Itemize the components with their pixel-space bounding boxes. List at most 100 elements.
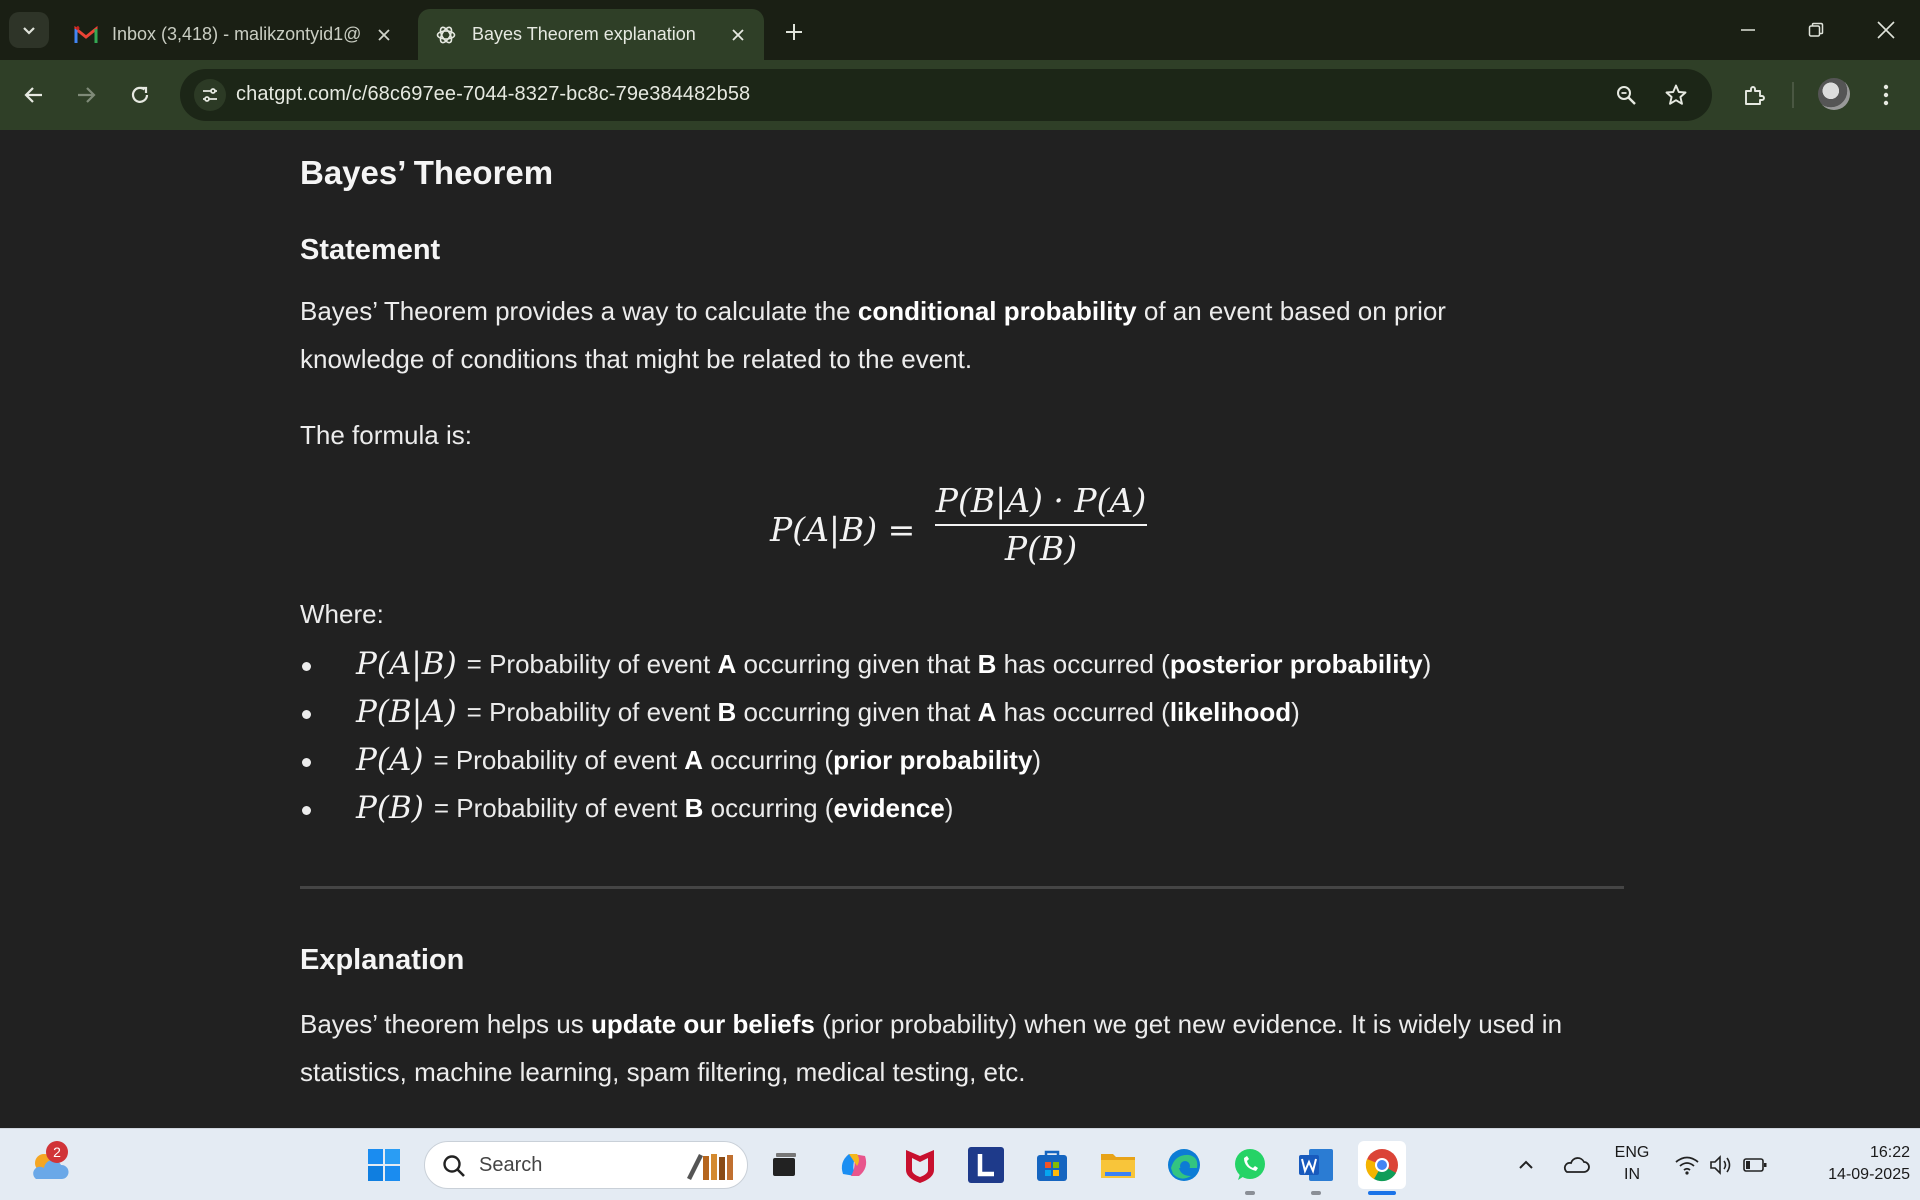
browser-titlebar: Inbox (3,418) - malikzontyid1@ Bayes The…: [0, 0, 1920, 60]
start-button[interactable]: [360, 1141, 408, 1189]
puzzle-icon: [1745, 86, 1765, 105]
tab-chatgpt[interactable]: Bayes Theorem explanation: [418, 9, 764, 60]
onedrive-button[interactable]: [1552, 1141, 1600, 1189]
whatsapp-button[interactable]: [1226, 1141, 1274, 1189]
list-item: P(A) = Probability of event A occurring (…: [300, 736, 1431, 784]
definition-text: has occurred (: [1003, 696, 1170, 727]
forward-button[interactable]: [68, 77, 104, 113]
l-app-button[interactable]: [962, 1141, 1010, 1189]
minimize-button[interactable]: [1726, 10, 1770, 50]
notification-badge: 2: [46, 1141, 68, 1163]
mcafee-button[interactable]: [896, 1141, 944, 1189]
toolbar-divider: [1792, 82, 1794, 108]
definition-text: = Probability of event: [433, 744, 677, 775]
volume-icon: [1710, 1155, 1731, 1175]
gmail-icon: [72, 21, 100, 49]
tab-search-button[interactable]: [9, 12, 49, 48]
definition-text: = Probability of event: [433, 792, 678, 823]
chevron-up-icon: [1519, 1160, 1533, 1169]
mcafee-icon: [906, 1150, 934, 1183]
active-indicator: [1368, 1191, 1396, 1195]
formula-numerator: P(B|A) · P(A): [935, 481, 1147, 520]
reload-button[interactable]: [122, 77, 158, 113]
running-indicator: [1245, 1191, 1255, 1195]
section-divider: [300, 886, 1624, 889]
word-button[interactable]: [1292, 1141, 1340, 1189]
menu-button[interactable]: [1868, 77, 1904, 113]
definition-bold: B: [717, 696, 737, 727]
restore-icon: [1808, 22, 1824, 37]
browser-toolbar: chatgpt.com/c/68c697ee-7044-8327-bc8c-79…: [0, 60, 1920, 130]
chevron-down-icon: [23, 27, 35, 35]
statement-bold: conditional probability: [857, 296, 1137, 326]
list-item: P(B) = Probability of event B occurring (…: [300, 784, 1431, 832]
definition-bold: evidence: [833, 792, 945, 823]
search-icon: [443, 1155, 465, 1177]
microsoft-store-icon: [1037, 1150, 1067, 1181]
definition-bold: prior probability: [833, 744, 1033, 775]
show-hidden-icons-button[interactable]: [1502, 1141, 1550, 1189]
definition-text: = Probability of event: [466, 648, 711, 679]
explanation-heading: Explanation: [300, 944, 465, 976]
site-info-button[interactable]: [194, 79, 226, 111]
bookmark-button[interactable]: [1660, 79, 1692, 111]
definition-text: occurring given that: [743, 648, 971, 679]
bayes-formula: P(A|B) = P(B|A) · P(A) P(B): [770, 480, 1230, 570]
profile-avatar[interactable]: [1818, 78, 1850, 110]
math-expression: P(B|A): [356, 694, 457, 730]
copilot-icon: [841, 1154, 867, 1176]
definition-bold: A: [684, 744, 703, 775]
arrow-right-icon: [78, 87, 96, 103]
statement-text: Bayes’ Theorem provides a way to calcula…: [300, 296, 858, 326]
quick-settings-button[interactable]: [1668, 1141, 1774, 1189]
file-explorer-button[interactable]: [1094, 1141, 1142, 1189]
copilot-button[interactable]: [830, 1141, 878, 1189]
chrome-button[interactable]: [1358, 1141, 1406, 1189]
wifi-icon: [1675, 1156, 1699, 1175]
star-icon: [1665, 84, 1687, 105]
list-item: P(B|A) = Probability of event B occurring…: [300, 688, 1431, 736]
formula-intro: The formula is:: [300, 420, 472, 450]
plus-icon: [786, 24, 802, 40]
article-title: Bayes’ Theorem: [300, 154, 554, 191]
tab-title: Inbox (3,418) - malikzontyid1@: [112, 24, 362, 44]
definition-bold: likelihood: [1169, 696, 1292, 727]
close-icon[interactable]: [372, 23, 396, 47]
definition-text: ): [1422, 648, 1432, 679]
extensions-button[interactable]: [1736, 77, 1772, 113]
chatgpt-icon: [432, 21, 460, 49]
edge-icon: [1168, 1149, 1200, 1181]
new-tab-button[interactable]: [776, 14, 812, 50]
word-icon: [1299, 1149, 1333, 1181]
definition-bold: posterior probability: [1169, 648, 1423, 679]
definition-bold: B: [684, 792, 704, 823]
definition-text: = Probability of event: [466, 696, 711, 727]
fraction-bar: [935, 524, 1147, 526]
taskbar-search[interactable]: Search: [424, 1141, 748, 1189]
close-window-button[interactable]: [1864, 10, 1908, 50]
tab-gmail[interactable]: Inbox (3,418) - malikzontyid1@: [58, 9, 410, 60]
url-text[interactable]: chatgpt.com/c/68c697ee-7044-8327-bc8c-79…: [236, 83, 750, 106]
back-button[interactable]: [16, 77, 52, 113]
formula-fraction: P(B|A) · P(A) P(B): [935, 480, 1147, 570]
statement-paragraph: Bayes’ Theorem provides a way to calcula…: [300, 287, 1540, 383]
address-bar[interactable]: chatgpt.com/c/68c697ee-7044-8327-bc8c-79…: [180, 69, 1712, 121]
restore-button[interactable]: [1794, 10, 1838, 50]
microsoft-store-button[interactable]: [1028, 1141, 1076, 1189]
definition-text: ): [944, 792, 954, 823]
language-indicator[interactable]: ENG IN: [1604, 1142, 1660, 1186]
cloud-icon: [1563, 1157, 1590, 1173]
math-expression: P(A|B): [356, 646, 457, 682]
statement-heading: Statement: [300, 234, 441, 266]
definition-text: occurring given that: [743, 696, 971, 727]
close-icon[interactable]: [726, 23, 750, 47]
clock-date: 14-09-2025: [1828, 1166, 1910, 1183]
language-code: ENG: [1614, 1144, 1650, 1161]
task-view-button[interactable]: [760, 1141, 808, 1189]
zoom-button[interactable]: [1610, 79, 1642, 111]
clock[interactable]: 16:22 14-09-2025: [1782, 1142, 1910, 1186]
edge-button[interactable]: [1160, 1141, 1208, 1189]
windows-start-icon: [368, 1149, 400, 1181]
whatsapp-icon: [1235, 1149, 1265, 1180]
running-indicator: [1311, 1191, 1321, 1195]
